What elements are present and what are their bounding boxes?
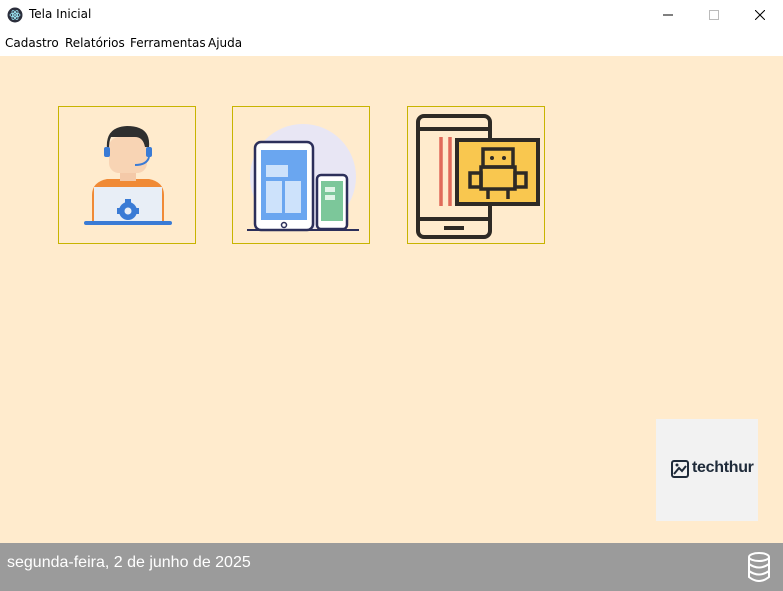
menu-bar: Cadastro Relatórios Ferramentas Ajuda [0, 30, 783, 56]
responsive-devices-icon [247, 124, 359, 232]
close-button[interactable] [737, 0, 783, 30]
title-bar: Tela Inicial [0, 0, 783, 30]
menu-ferramentas[interactable]: Ferramentas [130, 36, 206, 50]
electron-atom-icon [7, 7, 23, 23]
main-area: techthur [0, 56, 783, 543]
techthur-logo: techthur [656, 419, 758, 521]
logo-mark-icon [671, 460, 689, 478]
maximize-icon [709, 10, 719, 20]
window-title: Tela Inicial [29, 7, 92, 21]
status-date: segunda-feira, 2 de junho de 2025 [7, 554, 251, 571]
minimize-icon [663, 14, 673, 16]
menu-ajuda[interactable]: Ajuda [208, 36, 242, 50]
mobile-robot-icon [416, 114, 540, 239]
status-bar: segunda-feira, 2 de junho de 2025 [0, 543, 783, 591]
tile-support[interactable] [58, 106, 196, 244]
menu-relatorios[interactable]: Relatórios [65, 36, 125, 50]
maximize-button[interactable] [691, 0, 737, 30]
support-agent-icon [84, 126, 172, 225]
logo-text: techthur [692, 459, 754, 476]
close-icon [755, 10, 765, 20]
database-icon[interactable] [747, 552, 771, 582]
tile-devices[interactable] [232, 106, 370, 244]
minimize-button[interactable] [645, 0, 691, 30]
menu-cadastro[interactable]: Cadastro [5, 36, 59, 50]
tile-robot[interactable] [407, 106, 545, 244]
